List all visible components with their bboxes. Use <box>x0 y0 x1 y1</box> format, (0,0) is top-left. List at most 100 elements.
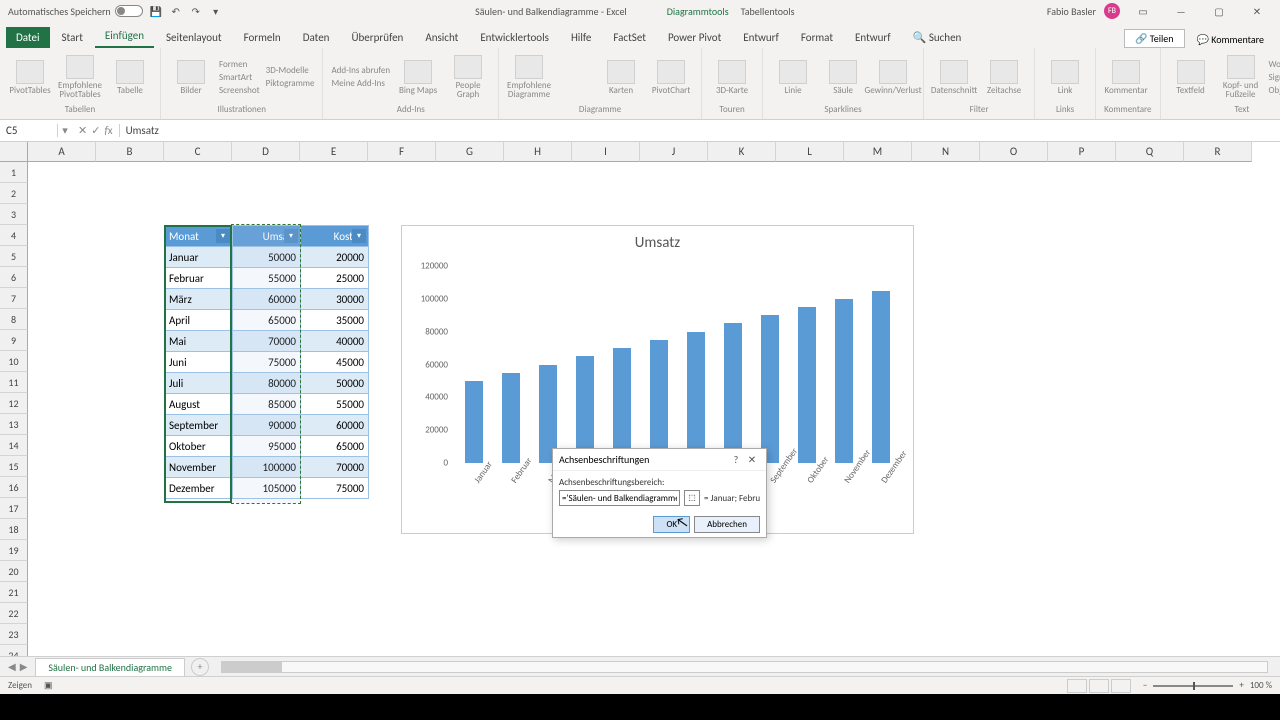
chart-bar[interactable] <box>502 373 520 463</box>
cancel-formula-icon[interactable]: ✕ <box>78 124 87 137</box>
my-addins-button[interactable]: Meine Add-Ins <box>331 78 390 89</box>
3d-models-button[interactable]: 3D-Modelle <box>266 65 315 76</box>
tab-table-design[interactable]: Entwurf <box>845 27 901 48</box>
row-header[interactable]: 17 <box>0 498 28 519</box>
pivotchart-button[interactable]: PivotChart <box>649 60 693 95</box>
tab-powerpivot[interactable]: Power Pivot <box>658 27 731 48</box>
chart-bar[interactable] <box>465 381 483 463</box>
comment-button[interactable]: Kommentar <box>1104 60 1148 95</box>
dialog-help-icon[interactable]: ? <box>728 453 744 466</box>
fx-icon[interactable]: fx <box>104 124 112 137</box>
row-header[interactable]: 6 <box>0 267 28 288</box>
namebox-dropdown-icon[interactable]: ▾ <box>58 124 72 137</box>
tab-developer[interactable]: Entwicklertools <box>470 27 559 48</box>
comments-button[interactable]: 💬 Kommentare <box>1187 31 1274 48</box>
page-layout-view-icon[interactable] <box>1089 679 1109 693</box>
row-header[interactable]: 2 <box>0 183 28 204</box>
chart-bar[interactable] <box>798 307 816 463</box>
chart-bar[interactable] <box>724 323 742 463</box>
redo-icon[interactable]: ↷ <box>189 4 203 18</box>
get-addins-button[interactable]: Add-Ins abrufen <box>331 65 390 76</box>
new-sheet-button[interactable]: + <box>191 658 209 676</box>
bing-maps-button[interactable]: Bing Maps <box>396 60 440 95</box>
column-header[interactable]: J <box>640 142 708 162</box>
user-avatar-icon[interactable]: FB <box>1104 3 1120 19</box>
column-header[interactable]: A <box>28 142 96 162</box>
autosave-switch-icon[interactable] <box>115 5 143 17</box>
signature-button[interactable]: Signaturzeile <box>1269 72 1280 83</box>
column-header[interactable]: O <box>980 142 1048 162</box>
row-header[interactable]: 18 <box>0 519 28 540</box>
select-all-button[interactable] <box>0 142 28 162</box>
screenshot-button[interactable]: Screenshot <box>219 85 260 96</box>
column-header[interactable]: M <box>844 142 912 162</box>
column-header[interactable]: G <box>436 142 504 162</box>
column-header[interactable]: Q <box>1116 142 1184 162</box>
maps-button[interactable]: Karten <box>599 60 643 95</box>
data-table[interactable]: Monat▾ Umsatz▾ Kosten▾ Januar5000020000F… <box>164 225 369 499</box>
row-header[interactable]: 3 <box>0 204 28 225</box>
row-header[interactable]: 23 <box>0 624 28 645</box>
table-row[interactable]: November10000070000 <box>165 457 369 478</box>
table-row[interactable]: Februar5500025000 <box>165 268 369 289</box>
cancel-button[interactable]: Abbrechen <box>694 516 760 533</box>
tab-help[interactable]: Hilfe <box>561 27 601 48</box>
range-picker-icon[interactable]: ⬚ <box>684 490 700 506</box>
axis-range-input[interactable] <box>559 490 680 506</box>
share-button[interactable]: 🔗 Teilen <box>1124 29 1185 48</box>
maximize-icon[interactable]: ▢ <box>1204 5 1234 18</box>
textbox-button[interactable]: Textfeld <box>1169 60 1213 95</box>
row-header[interactable]: 5 <box>0 246 28 267</box>
timeline-button[interactable]: Zeitachse <box>982 60 1026 95</box>
column-header[interactable]: H <box>504 142 572 162</box>
table-row[interactable]: Oktober9500065000 <box>165 436 369 457</box>
filter-dropdown-icon[interactable]: ▾ <box>352 229 366 243</box>
sheet-nav-prev-icon[interactable]: ◀ <box>8 660 16 673</box>
enter-formula-icon[interactable]: ✓ <box>91 124 100 137</box>
chart-bar[interactable] <box>576 356 594 463</box>
slicer-button[interactable]: Datenschnitt <box>932 60 976 95</box>
autosave-toggle[interactable]: Automatisches Speichern <box>8 5 143 18</box>
row-header[interactable]: 4 <box>0 225 28 246</box>
column-header[interactable]: P <box>1048 142 1116 162</box>
tab-insert[interactable]: Einfügen <box>95 25 154 48</box>
name-box[interactable]: C5 <box>0 124 58 137</box>
table-row[interactable]: Mai7000040000 <box>165 331 369 352</box>
recommended-pivot-button[interactable]: Empfohlene PivotTables <box>58 55 102 99</box>
chart-title[interactable]: Umsatz <box>402 226 913 256</box>
table-row[interactable]: August8500055000 <box>165 394 369 415</box>
row-header[interactable]: 10 <box>0 351 28 372</box>
row-header[interactable]: 19 <box>0 540 28 561</box>
table-button[interactable]: Tabelle <box>108 60 152 95</box>
minimize-icon[interactable]: — <box>1166 5 1196 18</box>
table-row[interactable]: Januar5000020000 <box>165 247 369 268</box>
page-break-view-icon[interactable] <box>1111 679 1131 693</box>
formula-input[interactable]: Umsatz <box>120 124 1280 137</box>
undo-icon[interactable]: ↶ <box>169 4 183 18</box>
object-button[interactable]: Objekt <box>1269 85 1280 96</box>
filter-dropdown-icon[interactable]: ▾ <box>284 229 298 243</box>
people-graph-button[interactable]: People Graph <box>446 55 490 99</box>
macro-record-icon[interactable]: ▣ <box>44 680 53 691</box>
context-tab-chart[interactable]: Diagrammtools <box>667 5 729 18</box>
column-header[interactable]: I <box>572 142 640 162</box>
tab-chart-design[interactable]: Entwurf <box>733 27 789 48</box>
3d-map-button[interactable]: 3D-Karte <box>710 60 754 95</box>
save-icon[interactable]: 💾 <box>149 4 163 18</box>
header-footer-button[interactable]: Kopf- und Fußzeile <box>1219 55 1263 99</box>
zoom-slider[interactable] <box>1153 685 1233 687</box>
row-header[interactable]: 11 <box>0 372 28 393</box>
pictures-button[interactable]: Bilder <box>169 60 213 95</box>
column-header[interactable]: F <box>368 142 436 162</box>
table-row[interactable]: Juni7500045000 <box>165 352 369 373</box>
zoom-level[interactable]: 100 % <box>1250 680 1272 691</box>
row-header[interactable]: 12 <box>0 393 28 414</box>
sheet-tab-active[interactable]: Säulen- und Balkendiagramme <box>35 658 185 676</box>
tab-view[interactable]: Ansicht <box>415 27 468 48</box>
ribbon-options-icon[interactable]: ▭ <box>1128 5 1158 18</box>
chart-bar[interactable] <box>650 340 668 463</box>
recommended-charts-button[interactable]: Empfohlene Diagramme <box>507 55 551 99</box>
chart-bar[interactable] <box>687 332 705 463</box>
row-header[interactable]: 15 <box>0 456 28 477</box>
chart-bar[interactable] <box>613 348 631 463</box>
